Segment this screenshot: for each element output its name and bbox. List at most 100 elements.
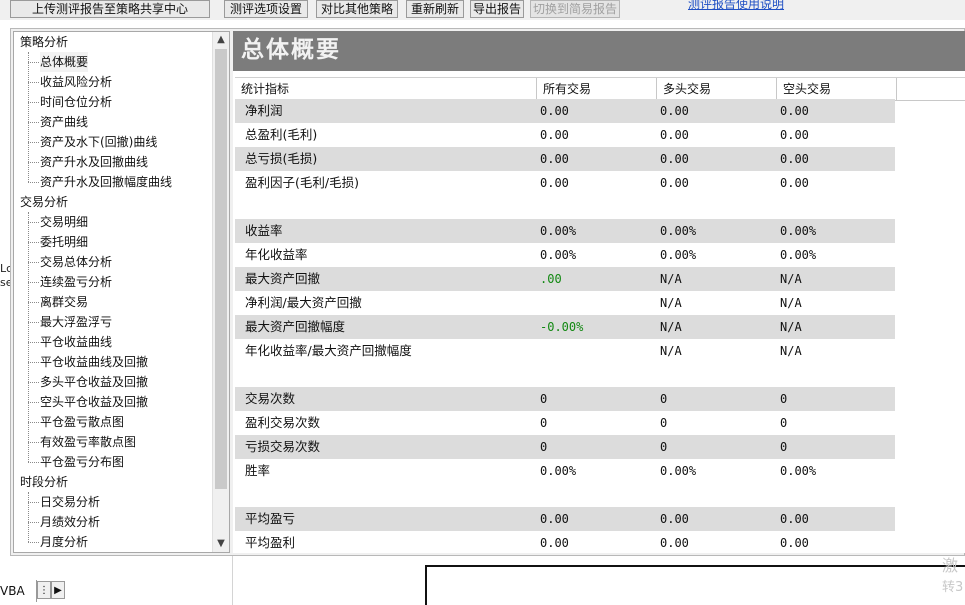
tree-item[interactable]: 多头平仓收益及回撤 <box>40 372 148 392</box>
sheet-tab-vba[interactable]: VBA <box>0 580 37 602</box>
tree-item[interactable]: 连续盈亏分析 <box>40 272 112 292</box>
tree-connector <box>28 262 39 263</box>
short-trades-value: 0.00 <box>780 128 809 142</box>
long-trades-value: N/A <box>660 296 682 310</box>
tree-connector <box>28 322 39 323</box>
all-trades-value: 0.00 <box>540 176 569 190</box>
metric-label: 年化收益率/最大资产回撤幅度 <box>245 343 412 358</box>
short-trades-value: N/A <box>780 320 802 334</box>
export-report-button[interactable]: 导出报告 <box>470 0 524 18</box>
metric-label: 总亏损(毛损) <box>245 151 318 166</box>
tree-connector <box>28 342 39 343</box>
tree-connector <box>28 242 39 243</box>
tree-connector <box>28 212 29 462</box>
long-trades-value: 0.00 <box>660 536 689 550</box>
metric-label: 最大资产回撤幅度 <box>245 319 346 334</box>
tree-item[interactable]: 离群交易 <box>40 292 88 312</box>
tree-item[interactable]: 空头平仓收益及回撤 <box>40 392 148 412</box>
metric-label: 胜率 <box>245 463 271 478</box>
tree-scrollbar[interactable]: ▲ ▼ <box>212 32 229 552</box>
tree-item[interactable]: 资产升水及回撤幅度曲线 <box>40 172 172 192</box>
table-row: 年化收益率 0.00% 0.00% 0.00% <box>235 243 895 267</box>
short-trades-value: 0.00 <box>780 536 809 550</box>
tree-item[interactable]: 总体概要 <box>40 52 89 72</box>
sheet-nav-next-icon[interactable]: ▶ <box>51 581 65 599</box>
tree-item[interactable]: 平仓盈亏散点图 <box>40 412 124 432</box>
watermark-text: 转3 <box>942 580 964 595</box>
short-trades-value: 0 <box>780 416 788 430</box>
column-header-short-trades[interactable]: 空头交易 <box>777 78 897 100</box>
metric-label: 最大资产回撤 <box>245 271 321 286</box>
column-header-metric[interactable]: 统计指标 <box>235 78 537 100</box>
tree-item[interactable]: 时间仓位分析 <box>40 92 112 112</box>
refresh-button[interactable]: 重新刷新 <box>406 0 464 18</box>
report-help-link[interactable]: 测评报告使用说明 <box>688 0 784 12</box>
long-trades-value: N/A <box>660 320 682 334</box>
report-toolbar: 上传测评报告至策略共享中心 测评选项设置 对比其他策略 重新刷新 导出报告 切换… <box>0 0 965 20</box>
tree-connector <box>28 82 39 83</box>
table-row: 总亏损(毛损) 0.00 0.00 0.00 <box>235 147 895 171</box>
tree-group[interactable]: 策略分析 <box>20 32 68 52</box>
short-trades-value: 0.00% <box>780 248 817 262</box>
tree-item[interactable]: 资产曲线 <box>40 112 88 132</box>
tree-item[interactable]: 资产及水下(回撤)曲线 <box>40 132 157 152</box>
tree-item[interactable]: 日交易分析 <box>40 492 100 512</box>
tree-item[interactable]: 资产升水及回撤曲线 <box>40 152 148 172</box>
short-trades-value: N/A <box>780 272 802 286</box>
tree-connector <box>28 302 39 303</box>
tree-connector <box>28 142 39 143</box>
switch-simple-report-button[interactable]: 切换到简易报告 <box>530 0 620 18</box>
short-trades-value: 0 <box>780 440 788 454</box>
tree-item[interactable]: 平仓收益曲线及回撤 <box>40 352 148 372</box>
tree-item[interactable]: 交易明细 <box>40 212 88 232</box>
long-trades-value: 0 <box>660 440 668 454</box>
long-trades-value: N/A <box>660 272 682 286</box>
tree-connector <box>28 382 39 383</box>
tree-item[interactable]: 最大浮盈浮亏 <box>40 312 112 332</box>
all-trades-value: 0.00% <box>540 464 577 478</box>
column-header-long-trades[interactable]: 多头交易 <box>657 78 777 100</box>
tree-connector <box>28 462 39 463</box>
short-trades-value: 0.00 <box>780 104 809 118</box>
tree-item[interactable]: 有效盈亏率散点图 <box>40 432 136 452</box>
tree-item[interactable]: 平仓收益曲线 <box>40 332 112 352</box>
tree-group[interactable]: 交易分析 <box>20 192 68 212</box>
upload-report-button[interactable]: 上传测评报告至策略共享中心 <box>10 0 210 18</box>
tree-connector <box>28 52 29 182</box>
table-row: 年化收益率/最大资产回撤幅度 N/A N/A <box>235 339 895 363</box>
all-trades-value: 0.00 <box>540 512 569 526</box>
tree-item[interactable]: 月绩效分析 <box>40 512 100 532</box>
all-trades-value: 0.00% <box>540 248 577 262</box>
metric-label: 亏损交易次数 <box>245 439 321 454</box>
metric-label: 收益率 <box>245 223 283 238</box>
report-navigation-tree: 策略分析 总体概要 收益风险分析 时间仓位分析 资产曲线 资产及水下(回撤)曲线 资产升水及… <box>13 31 230 553</box>
scroll-thumb[interactable] <box>215 49 227 489</box>
long-trades-value: 0.00 <box>660 152 689 166</box>
section-banner: 总体概要 <box>233 31 965 71</box>
tree-item[interactable]: 委托明细 <box>40 232 88 252</box>
tree-item[interactable]: 月度分析 <box>40 532 88 552</box>
short-trades-value: 0.00 <box>780 512 809 526</box>
all-trades-value: 0 <box>540 440 548 454</box>
tree-connector <box>28 522 39 523</box>
watermark-text: 激 <box>942 556 959 575</box>
short-trades-value: N/A <box>780 344 802 358</box>
column-header-all-trades[interactable]: 所有交易 <box>537 78 657 100</box>
tree-connector <box>28 422 39 423</box>
scroll-up-icon[interactable]: ▲ <box>213 32 229 48</box>
scroll-down-icon[interactable]: ▼ <box>213 536 229 552</box>
compare-strategies-button[interactable]: 对比其他策略 <box>316 0 398 18</box>
metric-label: 净利润/最大资产回撤 <box>245 295 362 310</box>
tree-connector <box>28 542 39 543</box>
stats-table-header: 统计指标 所有交易 多头交易 空头交易 <box>235 77 965 101</box>
tree-item[interactable]: 收益风险分析 <box>40 72 112 92</box>
sheet-nav-menu-icon[interactable]: ⋮ <box>37 581 51 599</box>
tree-connector <box>28 402 39 403</box>
evaluation-options-button[interactable]: 测评选项设置 <box>224 0 308 18</box>
tree-group[interactable]: 时段分析 <box>20 472 68 492</box>
tree-item[interactable]: 交易总体分析 <box>40 252 112 272</box>
tree-item[interactable]: 平仓盈亏分布图 <box>40 452 124 472</box>
metric-label: 净利润 <box>245 103 283 118</box>
table-row: 平均盈亏 0.00 0.00 0.00 <box>235 507 895 531</box>
metric-label: 总盈利(毛利) <box>245 127 318 142</box>
